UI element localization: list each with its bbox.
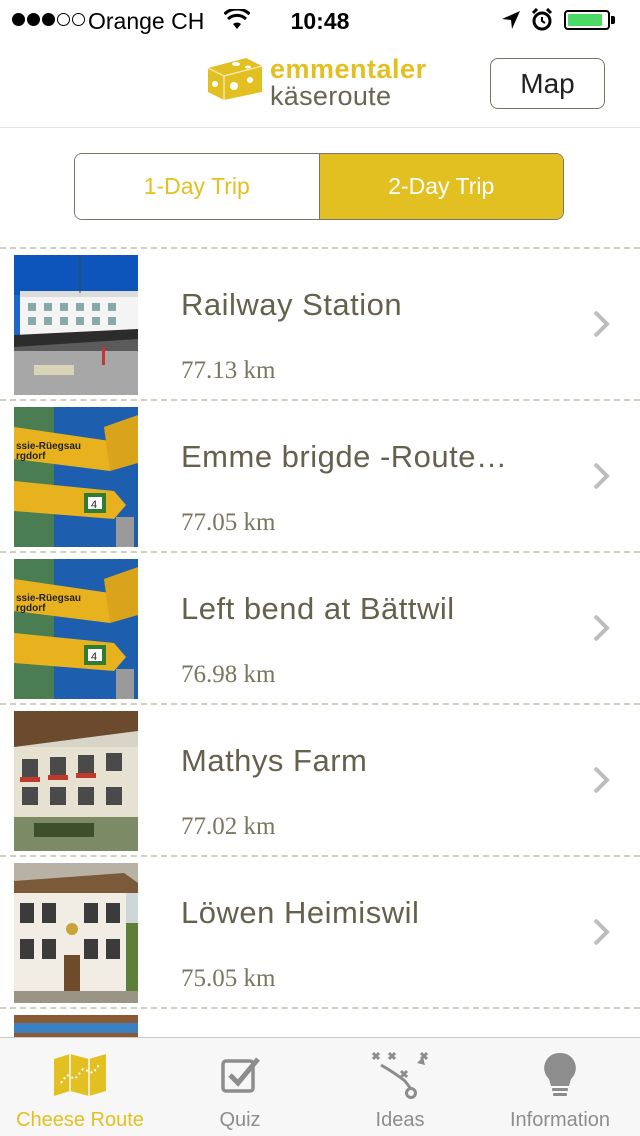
list-item[interactable]: Löwen Heimiswil 75.05 km: [0, 855, 640, 1007]
stop-thumbnail: [14, 711, 138, 851]
segment-2-day-trip[interactable]: 2-Day Trip: [318, 154, 563, 219]
status-bar: Orange CH 10:48: [0, 0, 640, 40]
tab-ideas[interactable]: Ideas: [320, 1038, 480, 1136]
stop-thumbnail: [14, 255, 138, 395]
app-logo: emmentaler käseroute: [206, 54, 446, 112]
svg-text:rgdorf: rgdorf: [16, 603, 46, 614]
tab-label: Information: [509, 1109, 611, 1131]
map-button[interactable]: Map: [490, 58, 605, 109]
tab-cheese-route[interactable]: Cheese Route: [0, 1038, 160, 1136]
tab-label: Ideas: [375, 1109, 425, 1131]
chevron-right-icon: [592, 461, 610, 496]
stop-distance: 76.98 km: [181, 661, 276, 688]
cheese-logo-icon: [206, 56, 264, 105]
svg-text:4: 4: [91, 499, 97, 511]
stop-thumbnail: 4 ssie-Rüegsau rgdorf: [14, 559, 138, 699]
battery-icon: [564, 10, 610, 30]
trip-length-segmented-control: 1-Day Trip 2-Day Trip: [74, 153, 564, 220]
list-item[interactable]: Mathys Farm 77.02 km: [0, 703, 640, 855]
svg-text:4: 4: [91, 651, 97, 663]
stop-title: Mathys Farm: [181, 743, 368, 778]
segment-1-day-trip[interactable]: 1-Day Trip: [75, 154, 319, 219]
stop-distance: 77.13 km: [181, 357, 276, 384]
alarm-clock-icon: [531, 7, 553, 38]
route-stops-list: Railway Station 77.13 km 4 ssie-Rüegsau …: [0, 247, 640, 1037]
stop-title: Emme brigde -Route…: [181, 439, 508, 474]
tab-bar: Cheese Route Quiz Ideas Information: [0, 1037, 640, 1136]
stop-title: Left bend at Bättwil: [181, 591, 455, 626]
tab-quiz[interactable]: Quiz: [160, 1038, 320, 1136]
battery-tip: [611, 16, 615, 24]
stop-distance: 77.05 km: [181, 509, 276, 536]
stop-distance: 77.02 km: [181, 813, 276, 840]
battery-level-fill: [568, 14, 603, 26]
list-item[interactable]: Railway Station 77.13 km: [0, 247, 640, 399]
tab-label: Quiz: [219, 1109, 261, 1131]
stop-title: Railway Station: [181, 287, 403, 322]
lightbulb-icon: [543, 1052, 577, 1098]
navigation-bar: emmentaler käseroute Map: [0, 40, 640, 128]
tab-information[interactable]: Information: [480, 1038, 640, 1136]
list-item[interactable]: 4 ssie-Rüegsau rgdorf Emme brigde -Route…: [0, 399, 640, 551]
chevron-right-icon: [592, 917, 610, 952]
stop-thumbnail: 4 ssie-Rüegsau rgdorf: [14, 407, 138, 547]
chevron-right-icon: [592, 765, 610, 800]
list-item[interactable]: [0, 1007, 640, 1037]
checkbox-icon: [220, 1052, 260, 1098]
stop-thumbnail: [14, 863, 138, 1003]
chevron-right-icon: [592, 613, 610, 648]
stop-distance: 75.05 km: [181, 965, 276, 992]
chevron-right-icon: [592, 309, 610, 344]
location-arrow-icon: [500, 9, 522, 37]
svg-text:rgdorf: rgdorf: [16, 451, 46, 462]
list-item[interactable]: 4 ssie-Rüegsau rgdorf Left bend at Bättw…: [0, 551, 640, 703]
stop-title: Löwen Heimiswil: [181, 895, 420, 930]
tab-label: Cheese Route: [16, 1109, 144, 1131]
map-icon: [53, 1052, 107, 1098]
stop-thumbnail: [14, 1015, 138, 1037]
logo-text-kaseroute: käseroute: [270, 81, 392, 111]
tactics-icon: [371, 1051, 429, 1099]
